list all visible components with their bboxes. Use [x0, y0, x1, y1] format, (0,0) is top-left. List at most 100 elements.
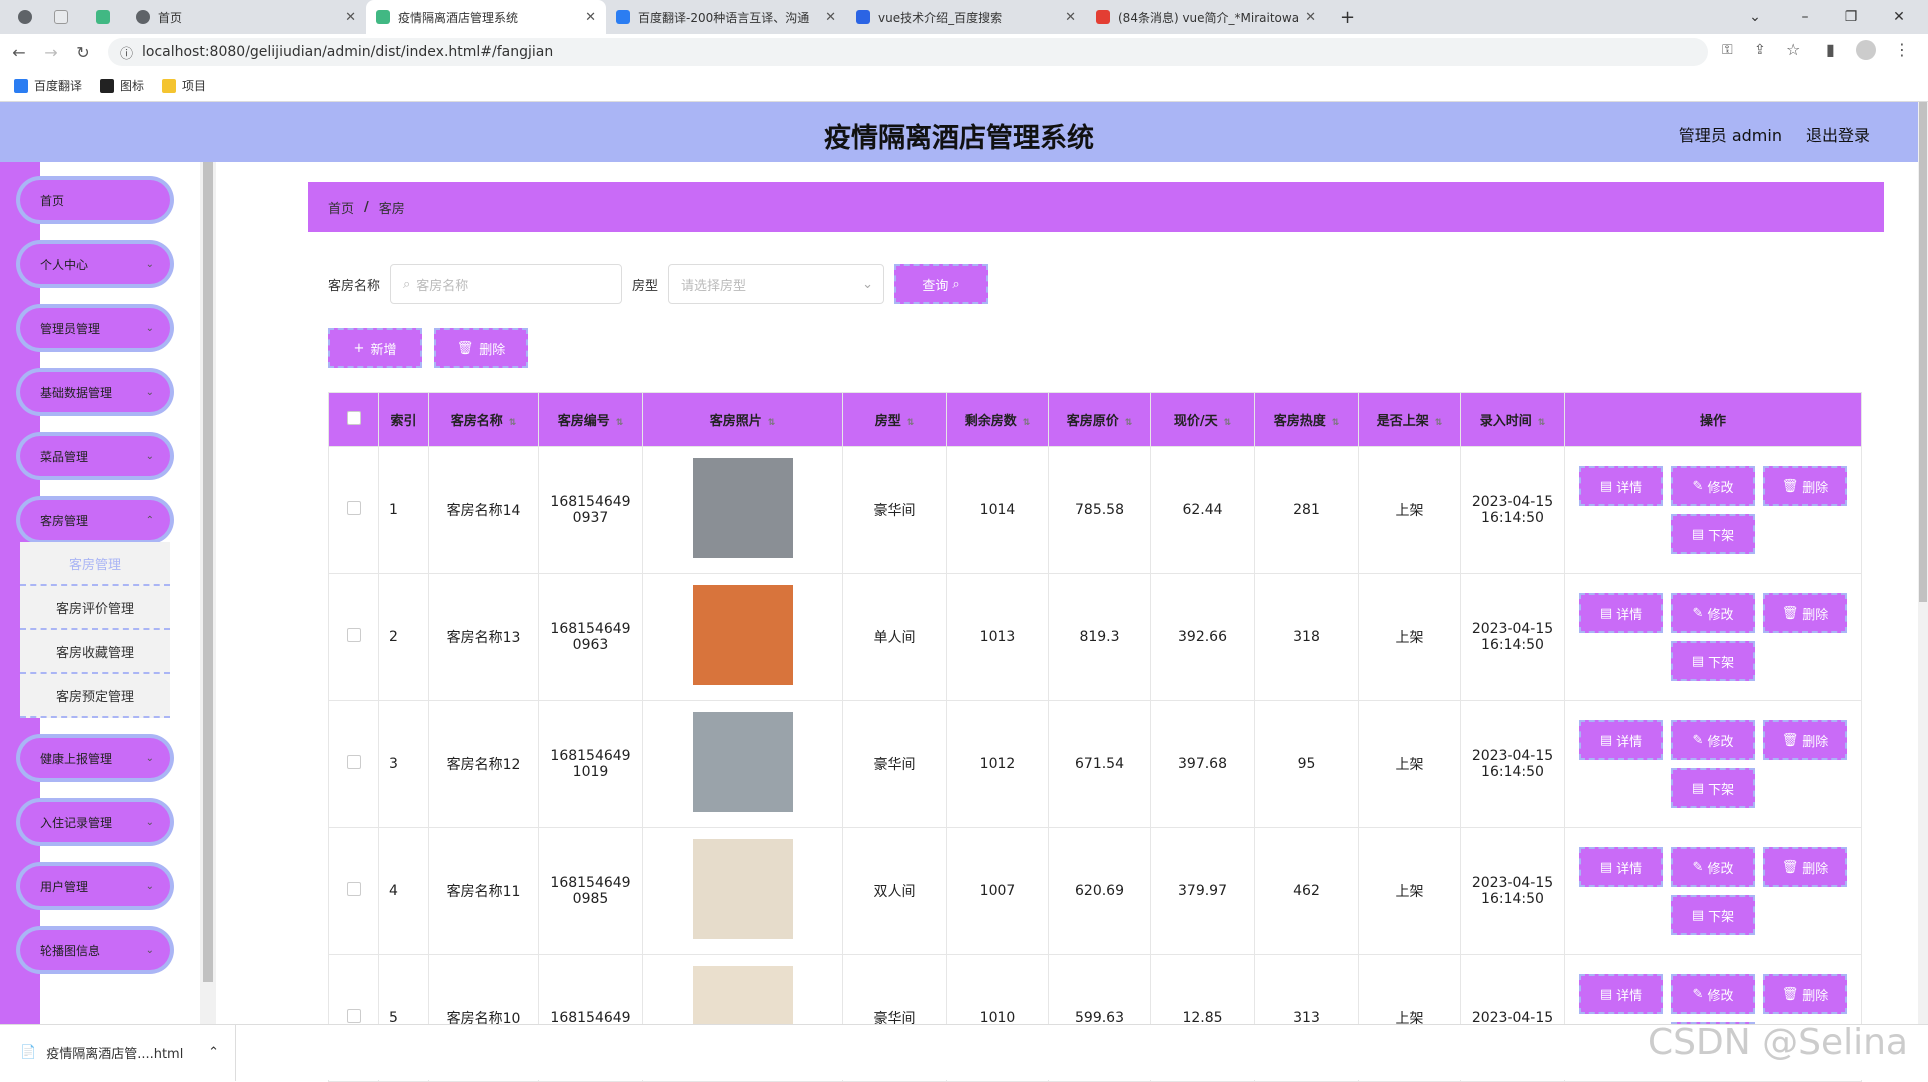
room-photo[interactable] — [692, 839, 793, 939]
tab-pinned[interactable] — [8, 0, 42, 34]
col-orig-price[interactable]: 客房原价 ⇅ — [1048, 392, 1151, 447]
sidebar-item-personal[interactable]: 个人中心 ⌄ — [20, 244, 170, 284]
url-field[interactable]: ⓘ localhost:8080/gelijiudian/admin/dist/i… — [108, 38, 1708, 66]
detail-button[interactable]: ▤ 详情 — [1579, 593, 1663, 633]
profile-icon[interactable] — [1856, 40, 1876, 60]
menu-icon[interactable]: ⋮ — [1894, 40, 1910, 59]
row-checkbox[interactable] — [346, 628, 361, 642]
col-status[interactable]: 是否上架 ⇅ — [1358, 392, 1461, 447]
room-photo[interactable] — [692, 458, 793, 558]
bookmark-baidu-translate[interactable]: 百度翻译 — [14, 77, 82, 94]
bookmark-projects[interactable]: 项目 — [162, 77, 206, 94]
select-all-checkbox[interactable] — [346, 410, 361, 425]
row-checkbox[interactable] — [346, 882, 361, 896]
room-photo[interactable] — [692, 585, 793, 685]
page-scrollbar[interactable] — [1918, 102, 1928, 1024]
sort-icon[interactable]: ⇅ — [768, 418, 776, 428]
col-name[interactable]: 客房名称 ⇅ — [428, 392, 539, 447]
sidepanel-icon[interactable]: ▮ — [1826, 40, 1835, 59]
sort-icon[interactable]: ⇅ — [1023, 418, 1031, 428]
edit-button[interactable]: ✎ 修改 — [1671, 593, 1755, 633]
tab-baidu-search[interactable]: vue技术介绍_百度搜索 ✕ — [846, 0, 1086, 34]
sidebar-item-health[interactable]: 健康上报管理 ⌄ — [20, 738, 170, 778]
col-price[interactable]: 现价/天 ⇅ — [1150, 392, 1255, 447]
detail-button[interactable]: ▤ 详情 — [1579, 720, 1663, 760]
logout-link[interactable]: 退出登录 — [1806, 122, 1870, 146]
sidebar-scrollbar[interactable] — [200, 162, 216, 1024]
tab-pinned-3[interactable] — [86, 0, 120, 34]
tab-active[interactable]: 疫情隔离酒店管理系统 ✕ — [366, 0, 606, 34]
sort-icon[interactable]: ⇅ — [616, 418, 624, 428]
batch-delete-button[interactable]: 🗑 删除 — [434, 328, 528, 368]
tab-pinned-2[interactable] — [44, 0, 78, 34]
submenu-room-favorite[interactable]: 客房收藏管理 — [20, 630, 170, 674]
tab-baidu-translate[interactable]: 百度翻译-200种语言互译、沟通 ✕ — [606, 0, 846, 34]
new-tab-button[interactable]: + — [1330, 0, 1364, 34]
sidebar-item-dishes[interactable]: 菜品管理 ⌄ — [20, 436, 170, 476]
breadcrumb-home[interactable]: 首页 — [328, 198, 354, 217]
detail-button[interactable]: ▤ 详情 — [1579, 847, 1663, 887]
back-icon[interactable]: ← — [6, 43, 32, 62]
row-checkbox[interactable] — [346, 755, 361, 769]
sidebar-item-carousel[interactable]: 轮播图信息 ⌄ — [20, 930, 170, 970]
key-icon[interactable]: ⚿ — [1722, 42, 1733, 58]
bookmark-icons[interactable]: 图标 — [100, 77, 144, 94]
sort-icon[interactable]: ⇅ — [1224, 418, 1232, 428]
sidebar-item-basedata[interactable]: 基础数据管理 ⌄ — [20, 372, 170, 412]
col-left[interactable]: 剩余房数 ⇅ — [946, 392, 1049, 447]
col-photo[interactable]: 客房照片 ⇅ — [642, 392, 843, 447]
delete-button[interactable]: 🗑 删除 — [1763, 720, 1847, 760]
col-hot[interactable]: 客房热度 ⇅ — [1254, 392, 1359, 447]
delete-button[interactable]: 🗑 删除 — [1763, 974, 1847, 1014]
delete-button[interactable]: 🗑 删除 — [1763, 847, 1847, 887]
scroll-thumb[interactable] — [1919, 102, 1927, 602]
delete-button[interactable]: 🗑 删除 — [1763, 466, 1847, 506]
sidebar-item-rooms[interactable]: 客房管理 ⌃ — [20, 500, 170, 540]
edit-button[interactable]: ✎ 修改 — [1671, 720, 1755, 760]
offline-button[interactable]: ▤下架 — [1671, 895, 1755, 935]
submenu-room-manage[interactable]: 客房管理 — [20, 542, 170, 586]
sort-icon[interactable]: ⇅ — [1538, 418, 1546, 428]
delete-button[interactable]: 🗑 删除 — [1763, 593, 1847, 633]
col-type[interactable]: 房型 ⇅ — [842, 392, 947, 447]
room-photo[interactable] — [692, 712, 793, 812]
close-icon[interactable]: ✕ — [1065, 10, 1076, 25]
room-name-input[interactable]: ⌕ 客房名称 — [390, 264, 623, 304]
col-time[interactable]: 录入时间 ⇅ — [1460, 392, 1565, 447]
close-window-button[interactable]: ✕ — [1874, 0, 1924, 34]
edit-button[interactable]: ✎ 修改 — [1671, 974, 1755, 1014]
edit-button[interactable]: ✎ 修改 — [1671, 847, 1755, 887]
edit-button[interactable]: ✎ 修改 — [1671, 466, 1755, 506]
tab-csdn[interactable]: (84条消息) vue简介_*Miraitowa ✕ — [1086, 0, 1326, 34]
minimize-button[interactable]: – — [1780, 0, 1830, 34]
sort-icon[interactable]: ⇅ — [509, 418, 517, 428]
sort-icon[interactable]: ⇅ — [1332, 418, 1340, 428]
offline-button[interactable]: ▤下架 — [1671, 641, 1755, 681]
detail-button[interactable]: ▤ 详情 — [1579, 466, 1663, 506]
sidebar-item-users[interactable]: 用户管理 ⌄ — [20, 866, 170, 906]
star-icon[interactable]: ☆ — [1786, 40, 1800, 59]
submenu-room-review[interactable]: 客房评价管理 — [20, 586, 170, 630]
close-icon[interactable]: ✕ — [825, 10, 836, 25]
sort-icon[interactable]: ⇅ — [1435, 418, 1443, 428]
sidebar-item-admins[interactable]: 管理员管理 ⌄ — [20, 308, 170, 348]
download-item[interactable]: 📄 疫情隔离酒店管....html ⌃ — [0, 1024, 236, 1081]
col-code[interactable]: 客房编号 ⇅ — [538, 392, 643, 447]
chevron-up-icon[interactable]: ⌃ — [208, 1045, 219, 1060]
close-icon[interactable]: ✕ — [1305, 10, 1316, 25]
sidebar-item-checkin[interactable]: 入住记录管理 ⌄ — [20, 802, 170, 842]
row-checkbox[interactable] — [346, 501, 361, 515]
restore-button[interactable]: ❐ — [1826, 0, 1876, 34]
scroll-thumb[interactable] — [203, 162, 213, 982]
sort-icon[interactable]: ⇅ — [907, 418, 915, 428]
sidebar-item-home[interactable]: 首页 — [20, 180, 170, 220]
offline-button[interactable]: ▤下架 — [1671, 514, 1755, 554]
reload-icon[interactable]: ↻ — [70, 43, 96, 62]
tab-search-icon[interactable]: ⌄ — [1730, 0, 1780, 34]
sort-icon[interactable]: ⇅ — [1125, 418, 1133, 428]
close-icon[interactable]: ✕ — [585, 10, 596, 25]
query-button[interactable]: 查询 ⌕ — [894, 264, 989, 304]
add-button[interactable]: + 新增 — [328, 328, 422, 368]
row-checkbox[interactable] — [346, 1009, 361, 1023]
offline-button[interactable]: ▤下架 — [1671, 768, 1755, 808]
